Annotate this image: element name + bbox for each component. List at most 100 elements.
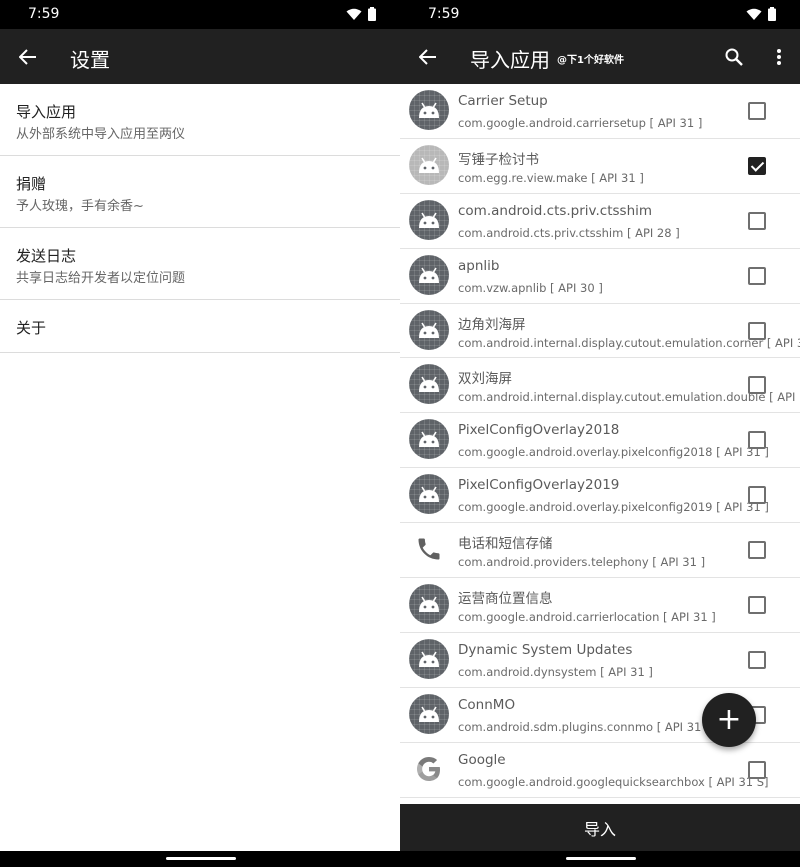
app-package: com.android.sdm.plugins.connmo [ API 31 … bbox=[458, 719, 710, 734]
app-package: com.google.android.carriersetup [ API 31… bbox=[458, 116, 703, 130]
settings-screen: 7:59 设置 导入应用 从外部系统中导入应用至两仪 捐赠 予人玫瑰，手有余香~… bbox=[0, 0, 400, 867]
android-icon bbox=[416, 485, 442, 503]
import-button[interactable]: 导入 bbox=[400, 804, 800, 851]
plus-icon: + bbox=[716, 702, 742, 737]
app-checkbox[interactable] bbox=[748, 211, 766, 230]
app-package: com.google.android.overlay.pixelconfig20… bbox=[458, 500, 769, 515]
watermark: @下1个好软件 bbox=[557, 55, 624, 66]
app-checkbox[interactable] bbox=[748, 156, 766, 175]
settings-item-title: 导入应用 bbox=[16, 103, 77, 121]
app-icon bbox=[409, 90, 449, 130]
page-title: 设置 bbox=[70, 48, 110, 72]
status-time: 7:59 bbox=[28, 6, 60, 22]
settings-list: 导入应用 从外部系统中导入应用至两仪 捐赠 予人玫瑰，手有余香~ 发送日志 共享… bbox=[0, 84, 400, 353]
android-icon bbox=[416, 156, 442, 174]
back-button[interactable] bbox=[14, 43, 42, 71]
app-name: com.android.cts.priv.ctsshim bbox=[458, 202, 653, 219]
app-checkbox[interactable] bbox=[748, 376, 766, 395]
settings-item-title: 发送日志 bbox=[16, 247, 77, 265]
app-name: 双刘海屏 bbox=[458, 371, 512, 388]
app-name: 电话和短信存储 bbox=[458, 536, 553, 553]
app-package: com.google.android.carrierlocation [ API… bbox=[458, 610, 716, 625]
app-icon bbox=[409, 693, 449, 734]
settings-item-title: 关于 bbox=[16, 319, 47, 337]
home-gesture-handle[interactable] bbox=[566, 857, 636, 860]
android-icon bbox=[416, 266, 442, 284]
app-checkbox[interactable] bbox=[748, 266, 766, 285]
list-item[interactable]: 电话和短信存储 com.android.providers.telephony [… bbox=[400, 523, 800, 579]
more-options-button[interactable] bbox=[768, 43, 790, 71]
app-icon bbox=[409, 364, 449, 405]
google-icon bbox=[414, 754, 444, 784]
app-name: Carrier Setup bbox=[458, 93, 548, 109]
nav-bar bbox=[400, 851, 800, 867]
app-icon bbox=[409, 749, 449, 789]
app-name: apnlib bbox=[458, 257, 500, 274]
android-icon bbox=[416, 430, 442, 448]
settings-item-import[interactable]: 导入应用 从外部系统中导入应用至两仪 bbox=[0, 84, 400, 156]
list-item[interactable]: 写锤子检讨书 com.egg.re.view.make [ API 31 ] bbox=[400, 139, 800, 194]
app-checkbox[interactable] bbox=[748, 486, 766, 505]
app-name: PixelConfigOverlay2018 bbox=[458, 422, 620, 439]
settings-item-subtitle: 共享日志给开发者以定位问题 bbox=[16, 271, 186, 286]
android-icon bbox=[416, 321, 442, 339]
add-fab[interactable]: + bbox=[702, 693, 756, 747]
list-item[interactable]: PixelConfigOverlay2018 com.google.android… bbox=[400, 413, 800, 469]
nav-bar bbox=[0, 851, 400, 867]
settings-item-subtitle: 从外部系统中导入应用至两仪 bbox=[16, 127, 186, 142]
app-icon bbox=[409, 144, 449, 185]
list-item[interactable]: Carrier Setup com.google.android.carriers… bbox=[400, 84, 800, 139]
android-icon bbox=[416, 595, 442, 613]
app-checkbox[interactable] bbox=[748, 321, 766, 340]
app-name: 边角刘海屏 bbox=[458, 316, 526, 333]
list-item[interactable]: Google com.google.android.googlequicksear… bbox=[400, 743, 800, 798]
app-icon bbox=[409, 309, 449, 350]
settings-item-about[interactable]: 关于 bbox=[0, 300, 400, 353]
app-icon bbox=[409, 419, 449, 460]
app-name: 运营商位置信息 bbox=[458, 591, 553, 608]
list-item[interactable]: com.android.cts.priv.ctsshim com.android.… bbox=[400, 194, 800, 249]
import-screen: 7:59 导入应用 @下1个好软件 Carrier Setup com.googl… bbox=[400, 0, 800, 867]
list-item[interactable]: PixelConfigOverlay2019 com.google.android… bbox=[400, 468, 800, 524]
android-icon bbox=[416, 211, 442, 229]
page-title: 导入应用 bbox=[470, 48, 550, 72]
app-icon bbox=[409, 584, 449, 625]
search-button[interactable] bbox=[720, 43, 748, 71]
list-item[interactable]: Dynamic System Updates com.android.dynsys… bbox=[400, 633, 800, 688]
app-checkbox[interactable] bbox=[748, 541, 766, 560]
wifi-icon bbox=[346, 8, 362, 20]
battery-icon bbox=[768, 7, 776, 21]
settings-item-send-log[interactable]: 发送日志 共享日志给开发者以定位问题 bbox=[0, 228, 400, 300]
wifi-icon bbox=[746, 8, 762, 20]
list-item[interactable]: 边角刘海屏 com.android.internal.display.cutout… bbox=[400, 304, 800, 359]
app-icon bbox=[409, 254, 449, 295]
app-package: com.vzw.apnlib [ API 30 ] bbox=[458, 280, 603, 295]
settings-item-donate[interactable]: 捐赠 予人玫瑰，手有余香~ bbox=[0, 156, 400, 228]
app-package: com.android.dynsystem [ API 31 ] bbox=[458, 664, 653, 679]
status-bar: 7:59 bbox=[400, 0, 800, 29]
settings-toolbar: 设置 bbox=[0, 29, 400, 84]
app-name: Dynamic System Updates bbox=[458, 641, 633, 658]
list-item[interactable]: 运营商位置信息 com.google.android.carrierlocatio… bbox=[400, 578, 800, 633]
back-button[interactable] bbox=[414, 43, 442, 71]
home-gesture-handle[interactable] bbox=[166, 857, 236, 860]
app-checkbox[interactable] bbox=[748, 431, 766, 450]
phone-icon bbox=[415, 535, 443, 563]
app-name: 写锤子检讨书 bbox=[458, 151, 539, 168]
app-checkbox[interactable] bbox=[748, 650, 766, 669]
app-checkbox[interactable] bbox=[748, 102, 766, 120]
app-checkbox[interactable] bbox=[748, 760, 766, 779]
app-checkbox[interactable] bbox=[748, 596, 766, 615]
list-item[interactable]: 双刘海屏 com.android.internal.display.cutout.… bbox=[400, 358, 800, 414]
battery-icon bbox=[368, 7, 376, 21]
android-icon bbox=[416, 705, 442, 723]
app-package: com.egg.re.view.make [ API 31 ] bbox=[458, 170, 644, 185]
android-icon bbox=[416, 101, 442, 119]
settings-item-subtitle: 予人玫瑰，手有余香~ bbox=[16, 199, 144, 214]
app-name: ConnMO bbox=[458, 696, 516, 713]
list-item[interactable]: apnlib com.vzw.apnlib [ API 30 ] bbox=[400, 249, 800, 304]
android-icon bbox=[416, 650, 442, 668]
app-package: com.android.cts.priv.ctsshim [ API 28 ] bbox=[458, 225, 680, 240]
app-package: com.google.android.overlay.pixelconfig20… bbox=[458, 445, 769, 460]
app-package: com.android.providers.telephony [ API 31… bbox=[458, 555, 706, 570]
